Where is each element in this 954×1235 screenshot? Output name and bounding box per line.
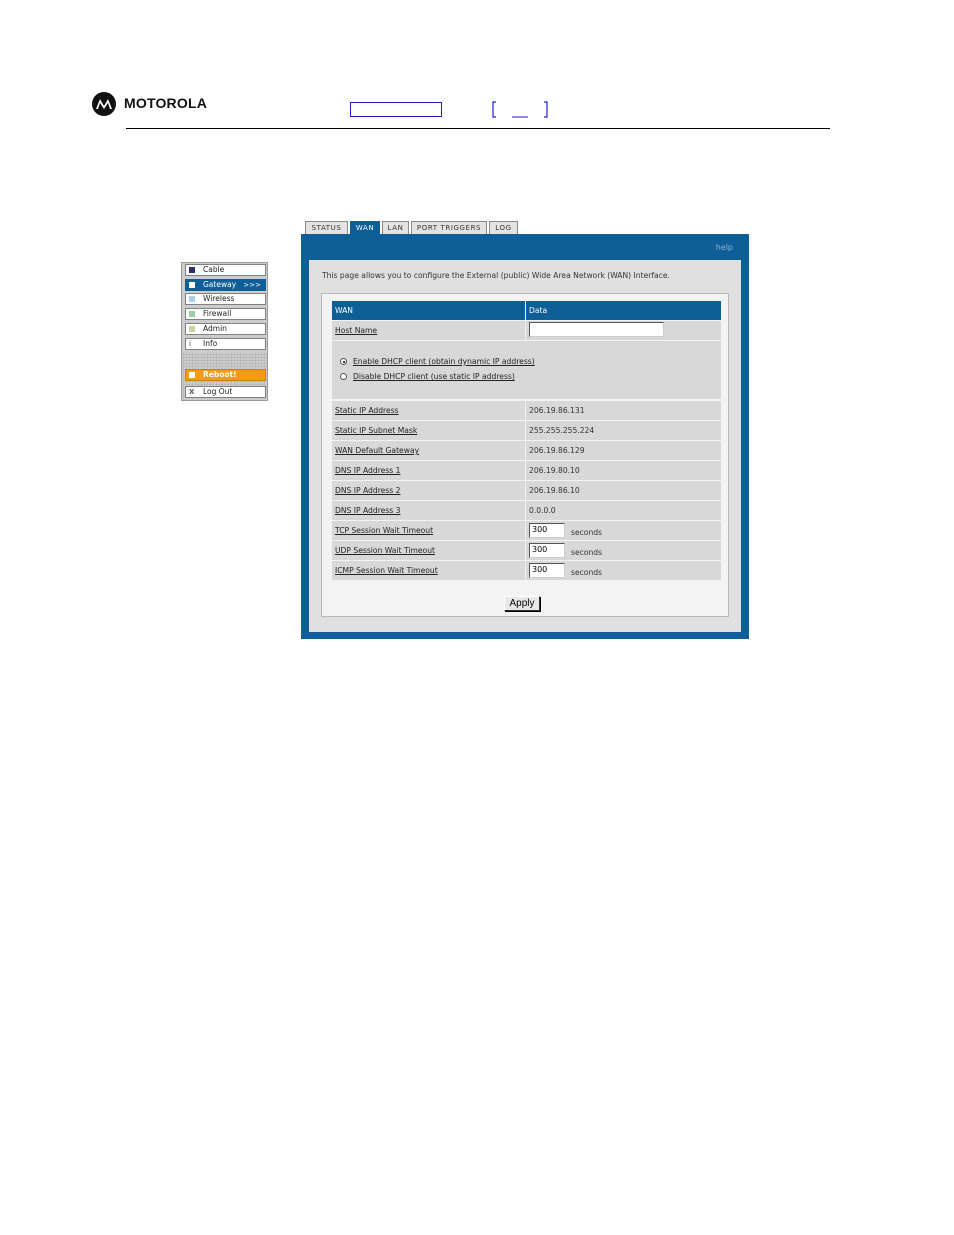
tab-status[interactable]: STATUS [305, 221, 348, 234]
header-wan: WAN [335, 306, 353, 315]
gateway-square-icon [189, 282, 195, 288]
tcp-timeout-input[interactable]: 300 [529, 523, 565, 538]
column-divider [525, 501, 526, 520]
admin-square-icon [189, 326, 195, 332]
sidebar-item-label: Cable [203, 265, 225, 274]
column-divider [525, 421, 526, 440]
sidebar-item-label: Admin [203, 324, 227, 333]
sidebar-nav: Cable Gateway >>> Wireless Firewall Admi… [181, 262, 268, 401]
column-divider [525, 301, 526, 320]
subnet-mask-label[interactable]: Static IP Subnet Mask [335, 426, 417, 435]
cable-square-icon [189, 267, 195, 273]
firewall-square-icon [189, 311, 195, 317]
brand-name: MOTOROLA [124, 95, 208, 111]
static-ip-label[interactable]: Static IP Address [335, 406, 399, 415]
dhcp-disable-label[interactable]: Disable DHCP client (use static IP addre… [353, 372, 515, 381]
udp-timeout-label[interactable]: UDP Session Wait Timeout [335, 546, 435, 555]
static-ip-value: 206.19.86.131 [529, 406, 585, 415]
dhcp-enable-label[interactable]: Enable DHCP client (obtain dynamic IP ad… [353, 357, 535, 366]
sidebar-item-firewall[interactable]: Firewall [185, 308, 266, 320]
sidebar-item-info[interactable]: i Info [185, 338, 266, 350]
udp-timeout-input[interactable]: 300 [529, 543, 565, 558]
panel-body: This page allows you to configure the Ex… [309, 260, 741, 632]
icmp-timeout-unit: seconds [571, 568, 603, 577]
column-divider [525, 541, 526, 560]
subnet-mask-value: 255.255.255.224 [529, 426, 595, 435]
wan-config-box: WAN Data Host Name Enable DHCP client (o… [321, 293, 729, 617]
sidebar-item-wireless[interactable]: Wireless [185, 293, 266, 305]
sidebar-item-label: Info [203, 339, 218, 348]
sidebar-item-label: Firewall [203, 309, 232, 318]
default-gateway-value: 206.19.86.129 [529, 446, 585, 455]
dns2-label[interactable]: DNS IP Address 2 [335, 486, 400, 495]
table-header: WAN Data [332, 301, 721, 320]
table-row: WAN Default Gateway 206.19.86.129 [332, 441, 721, 460]
tab-log[interactable]: LOG [489, 221, 518, 234]
sidebar-item-label: Gateway [203, 280, 237, 289]
active-indicator: >>> [243, 281, 261, 289]
column-divider [525, 441, 526, 460]
dns1-value: 206.19.80.10 [529, 466, 580, 475]
table-row: Static IP Subnet Mask 255.255.255.224 [332, 421, 721, 440]
table-row-icmp-timeout: ICMP Session Wait Timeout 300 seconds [332, 561, 721, 580]
logout-icon: X [189, 388, 195, 396]
sidebar-item-cable[interactable]: Cable [185, 264, 266, 276]
dhcp-disable-radio[interactable] [340, 373, 347, 380]
default-gateway-label[interactable]: WAN Default Gateway [335, 446, 419, 455]
table-row: DNS IP Address 1 206.19.80.10 [332, 461, 721, 480]
motorola-logo: MOTOROLA [92, 92, 232, 118]
dns2-value: 206.19.86.10 [529, 486, 580, 495]
reboot-icon [189, 372, 195, 378]
page-description: This page allows you to configure the Ex… [322, 271, 670, 280]
dns3-value: 0.0.0.0 [529, 506, 556, 515]
tab-port-triggers[interactable]: PORT TRIGGERS [411, 221, 487, 234]
host-name-label[interactable]: Host Name [335, 326, 377, 335]
help-link[interactable]: help [716, 243, 733, 252]
sidebar-item-admin[interactable]: Admin [185, 323, 266, 335]
dhcp-enable-radio[interactable] [340, 358, 347, 365]
udp-timeout-unit: seconds [571, 548, 603, 557]
wireless-square-icon [189, 296, 195, 302]
icmp-timeout-label[interactable]: ICMP Session Wait Timeout [335, 566, 438, 575]
dns3-label[interactable]: DNS IP Address 3 [335, 506, 400, 515]
header-divider [126, 128, 830, 129]
header-bracket-icon [492, 101, 548, 118]
table-row-host-name: Host Name [332, 321, 721, 340]
table-row-tcp-timeout: TCP Session Wait Timeout 300 seconds [332, 521, 721, 540]
table-row: Static IP Address 206.19.86.131 [332, 401, 721, 420]
dhcp-options: Enable DHCP client (obtain dynamic IP ad… [332, 341, 721, 399]
column-divider [525, 401, 526, 420]
tab-wan[interactable]: WAN [350, 221, 380, 234]
table-row: DNS IP Address 3 0.0.0.0 [332, 501, 721, 520]
column-divider [525, 561, 526, 580]
header-data: Data [529, 306, 548, 315]
column-divider [525, 321, 526, 340]
sidebar-item-label: Wireless [203, 294, 235, 303]
table-row: DNS IP Address 2 206.19.86.10 [332, 481, 721, 500]
sidebar-item-reboot[interactable]: Reboot! [185, 369, 266, 381]
column-divider [525, 481, 526, 500]
column-divider [525, 521, 526, 540]
sidebar-item-logout[interactable]: X Log Out [185, 386, 266, 398]
sidebar-item-label: Reboot! [203, 370, 237, 379]
header-link-box[interactable] [350, 102, 442, 117]
table-row-udp-timeout: UDP Session Wait Timeout 300 seconds [332, 541, 721, 560]
tcp-timeout-label[interactable]: TCP Session Wait Timeout [335, 526, 433, 535]
apply-button[interactable]: Apply [504, 596, 540, 611]
sidebar-item-gateway[interactable]: Gateway >>> [185, 279, 266, 291]
dns1-label[interactable]: DNS IP Address 1 [335, 466, 400, 475]
icmp-timeout-input[interactable]: 300 [529, 563, 565, 578]
tab-lan[interactable]: LAN [382, 221, 409, 234]
host-name-input[interactable] [529, 322, 664, 337]
info-icon: i [189, 340, 191, 348]
motorola-batwing-icon [92, 92, 116, 116]
column-divider [525, 461, 526, 480]
tcp-timeout-unit: seconds [571, 528, 603, 537]
wan-panel: help This page allows you to configure t… [301, 234, 749, 639]
sidebar-item-label: Log Out [203, 387, 233, 396]
